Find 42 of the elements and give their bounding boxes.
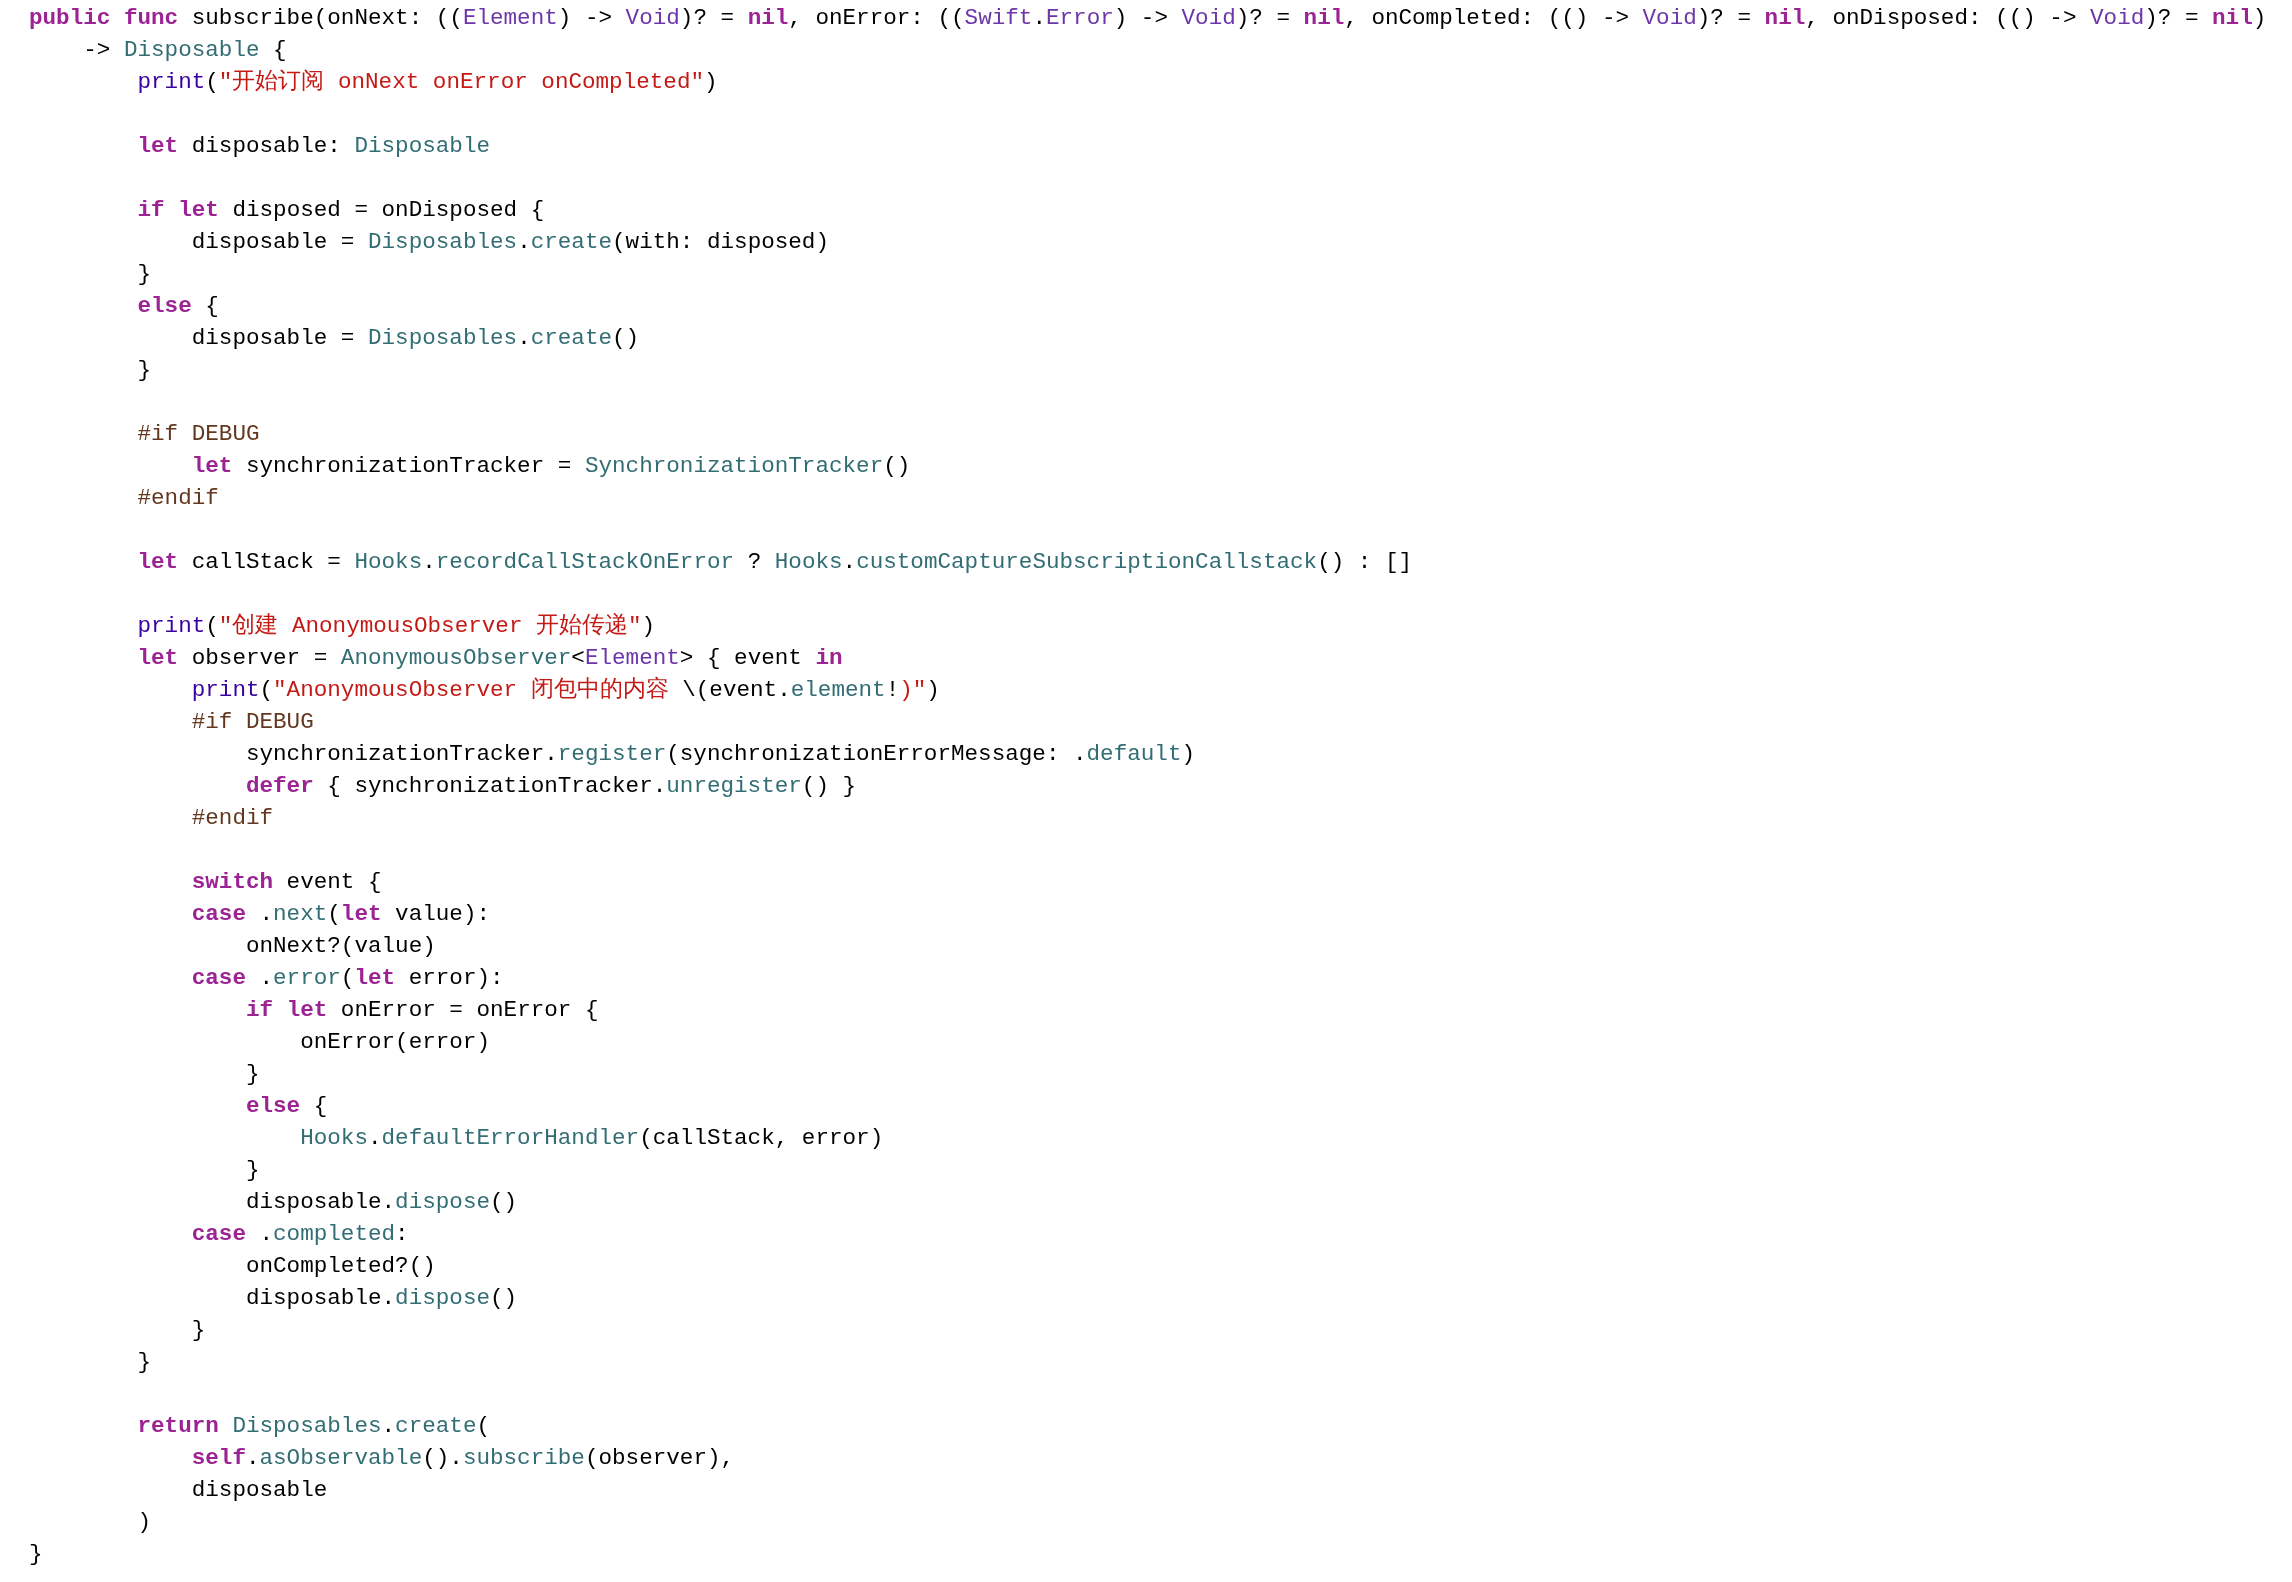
code-line: let observer = AnonymousObserver<Element> { event in — [136, 644, 843, 673]
code-line: onCompleted?() — [244, 1252, 436, 1281]
code-line: disposable.dispose() — [244, 1188, 518, 1217]
code-line: } — [29, 1540, 43, 1569]
code-line: } — [244, 1060, 260, 1089]
code-line: let synchronizationTracker = SynchronizationTracker() — [190, 452, 911, 481]
code-line: return Disposables.create( — [136, 1412, 490, 1441]
code-line: Hooks.defaultErrorHandler(callStack, error) — [299, 1124, 884, 1153]
code-line: case .error(let error): — [190, 964, 504, 993]
code-line: } — [244, 1156, 260, 1185]
code-line: let disposable: Disposable — [136, 132, 490, 161]
code-line: synchronizationTracker.register(synchronizationErrorMessage: .default) — [244, 740, 1196, 769]
code-line: if let disposed = onDisposed { — [136, 196, 545, 225]
code-line: disposable = Disposables.create() — [190, 324, 640, 353]
code-line: ) — [136, 1508, 152, 1537]
code-line: print("开始订阅 onNext onError onCompleted") — [136, 68, 718, 97]
code-line: print("AnonymousObserver 闭包中的内容 \(event.element!)") — [190, 675, 940, 705]
code-line: disposable = Disposables.create(with: disposed) — [190, 228, 829, 257]
code-line: if let onError = onError { — [244, 996, 599, 1025]
code-line: #endif — [190, 804, 274, 833]
code-line: case .completed: — [190, 1220, 409, 1249]
code-line: defer { synchronizationTracker.unregister() } — [244, 772, 857, 801]
code-line: #if DEBUG — [136, 420, 260, 449]
code-line: } — [136, 356, 152, 385]
code-line: let callStack = Hooks.recordCallStackOnError ? Hooks.customCaptureSubscriptionCallstack() : [] — [136, 548, 1413, 577]
code-line: onError(error) — [299, 1028, 490, 1057]
code-line: case .next(let value): — [190, 900, 490, 929]
code-line: onNext?(value) — [244, 932, 436, 961]
code-line: } — [190, 1316, 206, 1345]
code-line: else { — [136, 292, 219, 321]
code-line: #endif — [136, 484, 219, 513]
code-line: -> Disposable { — [82, 36, 287, 65]
code-line: #if DEBUG — [190, 708, 314, 737]
code-line: disposable — [190, 1476, 328, 1505]
code-line: else { — [244, 1092, 328, 1121]
code-line: self.asObservable().subscribe(observer), — [190, 1444, 735, 1473]
code-line: switch event { — [190, 868, 382, 897]
code-line: } — [136, 260, 152, 289]
code-line: disposable.dispose() — [244, 1284, 518, 1313]
code-line: } — [136, 1348, 152, 1377]
code-line: public func subscribe(onNext: ((Element) -> Void)? = nil, onError: ((Swift.Error) -> Void)? = nil, onCompleted: (() -> Void)? = nil, onDisposed: (() -> Void)? = nil) — [29, 4, 2267, 33]
code-line: print("创建 AnonymousObserver 开始传递") — [136, 612, 656, 641]
